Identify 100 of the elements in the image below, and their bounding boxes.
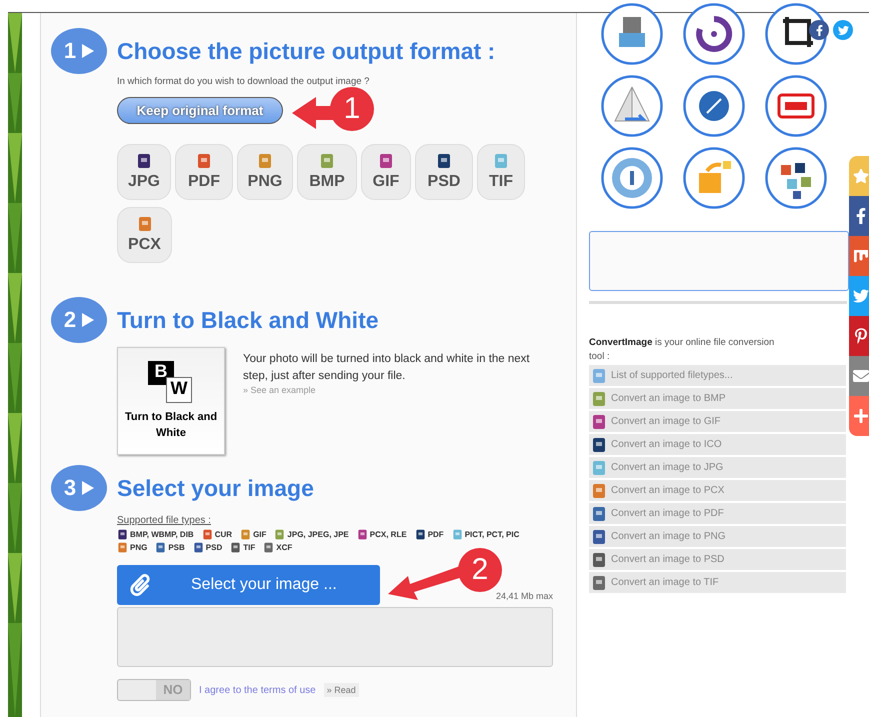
max-size-text: 24,41 Mb max [496,591,553,601]
rotate-icon[interactable] [683,3,745,65]
file-type-icon [257,153,273,169]
star-icon [853,168,869,184]
file-type-icon [196,153,212,169]
sidebar-link[interactable]: Convert an image to TIF [589,572,846,593]
file-type-label: PCX, RLE [370,530,407,539]
intro-text: ConvertImage is your online file conversion tool : [589,336,776,364]
file-type-label: PSB [168,543,185,552]
format-button[interactable]: TIF [477,144,525,200]
play-icon [82,481,94,495]
step-number: 3 [64,475,76,501]
file-type-label: PSD [206,543,222,552]
file-type-icon [378,153,394,169]
file-type-icon [136,216,152,232]
card-label: Turn to Black and White [124,410,218,441]
file-type-label: BMP, WBMP, DIB [130,530,194,539]
crop-icon[interactable] [765,3,827,65]
conversion-card[interactable]: B W Turn to Black and White [117,347,225,455]
format-button[interactable]: JPG [117,144,171,200]
facebook-icon [814,24,824,36]
sidebar-link[interactable]: Convert an image to BMP [589,388,846,409]
sidebar-link[interactable]: Convert an image to PDF [589,503,846,524]
mix-icon [853,248,869,264]
read-button[interactable]: » Read [324,683,359,697]
supported-types-label: Supported file types : [117,515,212,526]
sidebar-link[interactable]: Convert an image to PNG [589,526,846,547]
format-button[interactable]: GIF [361,144,411,200]
format-button[interactable]: PNG [237,144,293,200]
play-icon [82,313,94,327]
file-type-icon [117,529,128,540]
file-type-icon [202,529,213,540]
step-title: Turn to Black and White [117,306,379,334]
file-type-icon [452,529,463,540]
file-type-icon [493,153,509,169]
file-type-icon [591,552,607,568]
sidebar-link[interactable]: List of supported filetypes... [589,365,846,386]
keep-format-button[interactable]: Keep original format [117,97,283,124]
mail-icon [853,368,869,384]
terms-link[interactable]: I agree to the terms of use [199,684,316,696]
sidebar-link[interactable]: Convert an image to JPG [589,457,846,478]
file-type-icon [591,436,607,452]
file-type-label: XCF [276,543,292,552]
terms-toggle[interactable]: NO [117,679,191,701]
file-type-icon [319,153,335,169]
file-type-icon [591,482,607,498]
file-type-icon [274,529,286,540]
file-type-label: PDF [428,530,444,539]
file-type-label: TIF [243,543,256,552]
format-button[interactable]: PDF [175,144,233,200]
stamp-icon[interactable] [765,75,827,137]
file-type-label: GIF [253,530,266,539]
file-type-icon [192,542,204,553]
convert-icon[interactable] [683,147,745,209]
file-type-label: JPG, JPEG, JPE [287,530,349,539]
file-type-icon [436,153,452,169]
sidebar-link[interactable]: Convert an image to PSD [589,549,846,570]
sidebar-link[interactable]: Convert an image to ICO [589,434,846,455]
file-type-icon [263,542,274,553]
pinterest-icon [853,328,869,344]
share-button[interactable] [849,236,869,276]
share-button[interactable] [849,316,869,356]
sidebar-link[interactable]: Convert an image to PCX [589,480,846,501]
file-type-label: CUR [214,530,232,539]
play-icon [82,44,94,58]
file-type-label: PICT, PCT, PIC [464,530,520,539]
twitter-icon [838,24,848,36]
sidebar-link[interactable]: Convert an image to GIF [589,411,846,432]
share-button[interactable] [849,276,869,316]
share-button[interactable] [849,396,869,436]
prism-icon[interactable] [601,75,663,137]
file-type-icon [356,529,368,540]
step-number: 2 [64,307,76,333]
description-text: Your photo will be turned into black and white in the next step, just after sending your file. [243,352,531,384]
resize-icon[interactable] [683,75,745,137]
file-type-icon [591,506,607,522]
share-button[interactable] [849,196,869,236]
file-type-icon [240,529,252,540]
format-button[interactable]: PSD [415,144,473,200]
format-button[interactable]: PCX [117,207,172,263]
letter-tile: W [166,377,192,403]
step-number: 1 [64,38,76,64]
file-type-icon [591,528,607,544]
format-button[interactable]: BMP [297,144,357,200]
file-type-icon [230,542,242,553]
file-type-icon [155,542,166,553]
share-button[interactable] [849,356,869,396]
file-type-icon [136,153,152,169]
paperclip-icon [129,574,151,596]
select-image-button[interactable]: Select your image ... [117,565,380,605]
plus-icon [853,408,869,424]
file-type-icon [591,390,607,406]
file-type-icon [117,542,128,553]
file-type-icon [591,574,607,590]
example-link[interactable]: » See an example [243,385,543,395]
file-icons-drawing[interactable] [765,147,827,209]
twitter-icon [853,288,869,304]
step-title: Select your image [117,474,314,502]
file-type-icon [591,368,607,384]
step-subtitle: In which format do you wish to download the output image ? [117,76,370,87]
